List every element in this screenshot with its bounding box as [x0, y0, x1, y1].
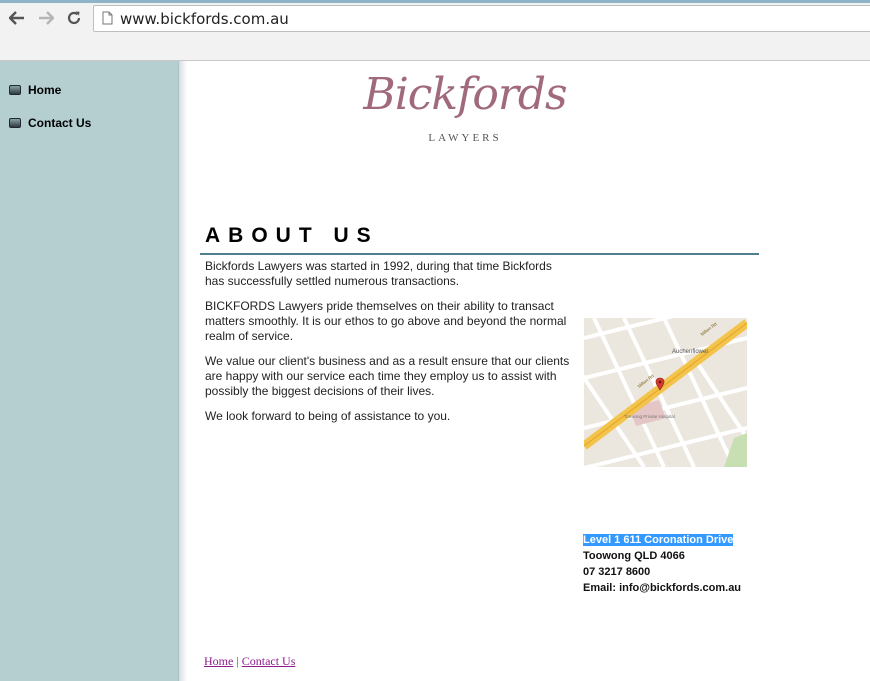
- bullet-icon: [9, 118, 21, 128]
- footer-nav: Home | Contact Us: [204, 654, 295, 669]
- about-paragraph: We value our client's business and as a …: [205, 354, 570, 398]
- map-label: Auchenflower: [672, 349, 708, 355]
- page-title: ABOUT US: [205, 224, 379, 247]
- back-button[interactable]: [7, 8, 27, 28]
- map-graphic: Auchenflower Toowong Private Hospital Mi…: [584, 318, 747, 467]
- address-line-1: Level 1 611 Coronation Drive: [583, 534, 734, 546]
- email-address: Email: info@bickfords.com.au: [583, 582, 742, 594]
- title-divider: [200, 253, 759, 255]
- contact-address: Level 1 611 Coronation Drive Toowong QLD…: [583, 532, 741, 596]
- reload-icon: [67, 11, 81, 25]
- sidebar-item-label: Home: [28, 83, 62, 97]
- url-text: www.bickfords.com.au: [120, 10, 289, 28]
- browser-tab-strip: [0, 0, 870, 3]
- address-line-2: Toowong QLD 4066: [583, 550, 685, 562]
- about-content: Bickfords Lawyers was started in 1992, d…: [205, 259, 570, 434]
- footer-link-contact-us[interactable]: Contact Us: [242, 654, 296, 668]
- browser-toolbar: www.bickfords.com.au: [0, 0, 870, 61]
- logo-subtitle: LAWYERS: [428, 132, 502, 144]
- sidebar-item-contact-us[interactable]: Contact Us: [9, 116, 91, 130]
- location-map[interactable]: Auchenflower Toowong Private Hospital Mi…: [584, 318, 747, 467]
- footer-separator: |: [233, 654, 242, 668]
- phone-number: 07 3217 8600: [583, 566, 651, 578]
- about-paragraph: We look forward to being of assistance t…: [205, 409, 451, 423]
- back-arrow-icon: [9, 11, 24, 25]
- logo-name: Bickfords: [363, 69, 567, 120]
- forward-button[interactable]: [36, 8, 56, 28]
- bullet-icon: [9, 85, 21, 95]
- forward-arrow-icon: [39, 11, 54, 25]
- sidebar: [0, 61, 179, 681]
- about-paragraph: Bickfords Lawyers was started in 1992, d…: [205, 259, 552, 288]
- bickfords-logo: Bickfords LAWYERS: [360, 68, 570, 158]
- map-label: Toowong Private Hospital: [624, 414, 675, 419]
- page-icon: [102, 11, 113, 25]
- sidebar-shadow: [179, 61, 187, 681]
- footer-link-home[interactable]: Home: [204, 654, 233, 668]
- sidebar-item-label: Contact Us: [28, 116, 92, 130]
- address-bar[interactable]: www.bickfords.com.au: [93, 5, 870, 32]
- reload-button[interactable]: [64, 8, 84, 28]
- sidebar-item-home[interactable]: Home: [9, 83, 61, 97]
- about-paragraph: BICKFORDS Lawyers pride themselves on th…: [205, 299, 567, 343]
